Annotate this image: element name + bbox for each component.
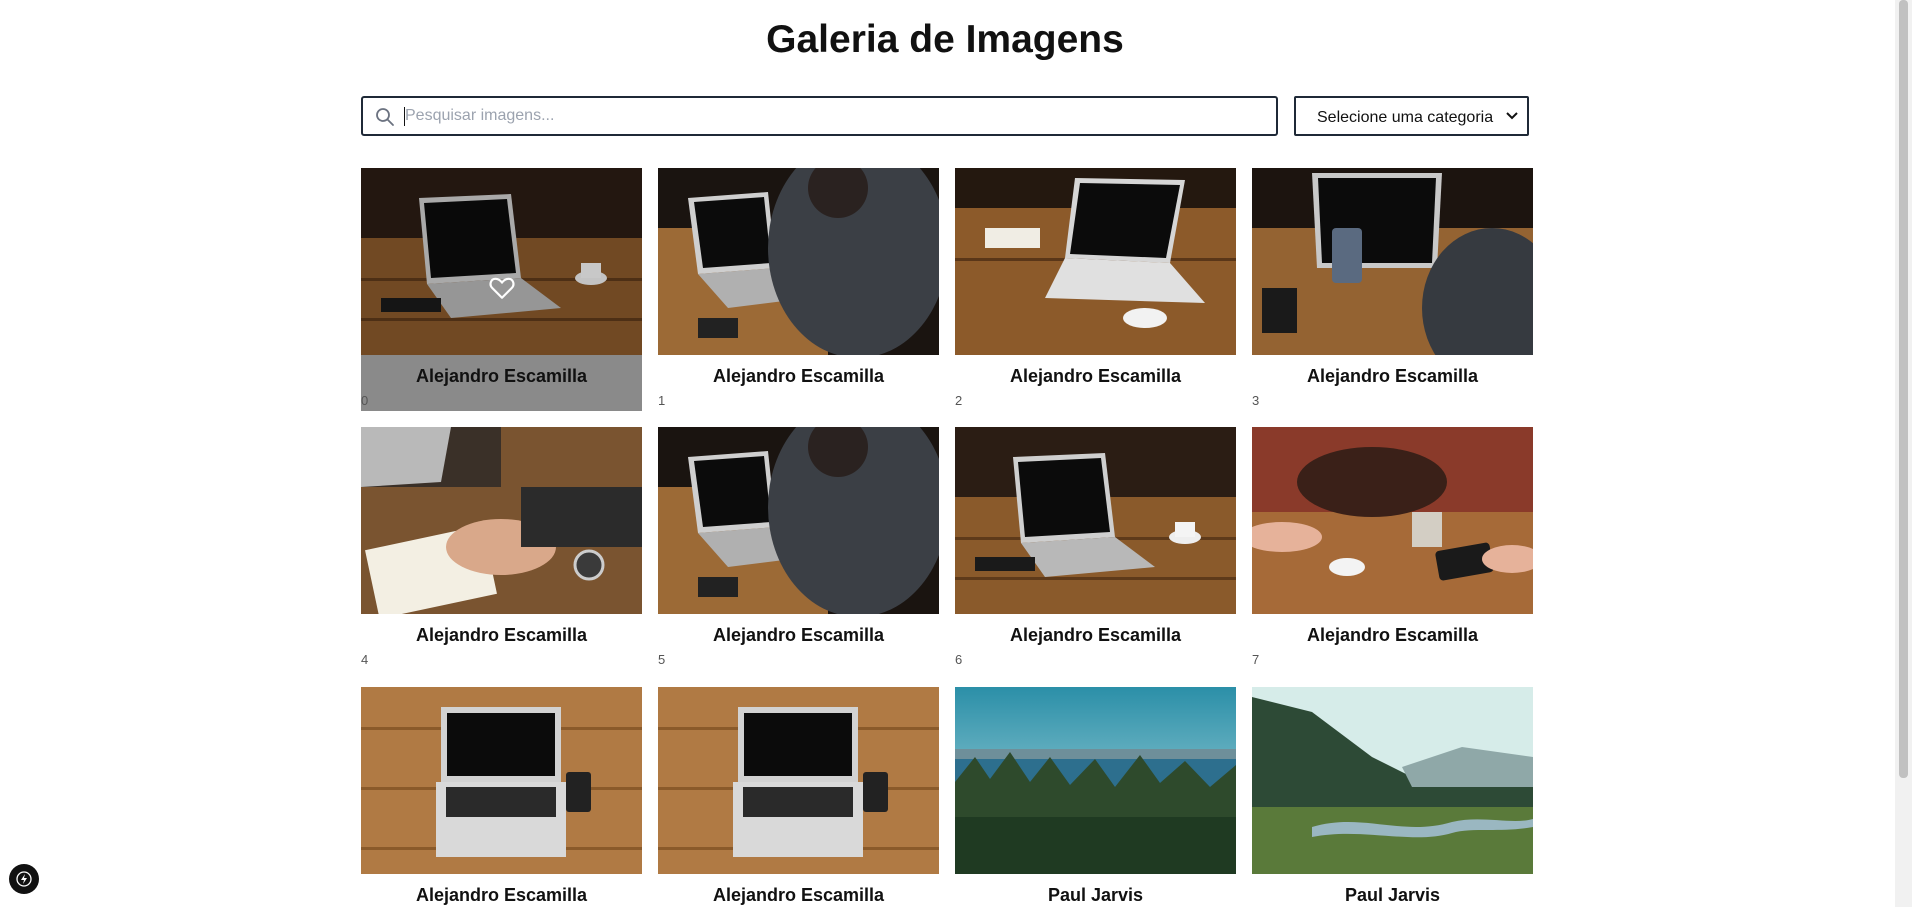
card-index: 5 <box>658 652 666 667</box>
card-index: 2 <box>955 393 963 408</box>
gallery-card[interactable]: Alejandro Escamilla 3 <box>1252 168 1533 411</box>
search-input[interactable] <box>401 98 1265 134</box>
card-author: Alejandro Escamilla <box>415 366 588 386</box>
page-title: Galeria de Imagens <box>766 18 1124 61</box>
card-author: Alejandro Escamilla <box>415 885 588 905</box>
search-bar[interactable] <box>361 96 1278 136</box>
gallery-image[interactable] <box>658 687 939 874</box>
card-author: Alejandro Escamilla <box>712 625 885 645</box>
scrollbar-thumb[interactable] <box>1899 0 1908 778</box>
chevron-down-icon <box>1506 112 1518 120</box>
gallery-card[interactable]: Alejandro Escamilla 2 <box>955 168 1236 411</box>
card-author: Alejandro Escamilla <box>1306 625 1479 645</box>
gallery-card[interactable]: Alejandro Escamilla 1 <box>658 168 939 411</box>
card-author: Paul Jarvis <box>1344 885 1441 905</box>
gallery-card[interactable]: Alejandro Escamilla 6 <box>955 427 1236 670</box>
card-index: 6 <box>955 652 963 667</box>
gallery-image[interactable] <box>1252 427 1533 614</box>
card-index: 3 <box>1252 393 1260 408</box>
card-author: Alejandro Escamilla <box>415 625 588 645</box>
card-author: Alejandro Escamilla <box>1009 366 1182 386</box>
card-author: Alejandro Escamilla <box>712 366 885 386</box>
card-author: Paul Jarvis <box>1047 885 1144 905</box>
scrollbar[interactable] <box>1895 0 1912 907</box>
card-author: Alejandro Escamilla <box>1009 625 1182 645</box>
gallery-card[interactable]: Alejandro Escamilla 7 <box>1252 427 1533 670</box>
gallery-image[interactable] <box>658 427 939 614</box>
card-author: Alejandro Escamilla <box>712 885 885 905</box>
gallery-image[interactable] <box>658 168 939 355</box>
gallery-image[interactable] <box>955 427 1236 614</box>
category-select[interactable]: Selecione uma categoria <box>1294 96 1529 136</box>
gallery-image[interactable] <box>1252 168 1533 355</box>
dev-tools-badge[interactable] <box>9 864 39 894</box>
gallery-card[interactable]: Alejandro Escamilla <box>361 687 642 907</box>
lightning-icon <box>16 871 32 887</box>
gallery-card[interactable]: Paul Jarvis <box>955 687 1236 907</box>
gallery-card[interactable]: Alejandro Escamilla 4 <box>361 427 642 670</box>
card-index: 4 <box>361 652 369 667</box>
search-icon <box>376 108 394 126</box>
gallery-card[interactable]: Alejandro Escamilla 5 <box>658 427 939 670</box>
card-index: 0 <box>361 393 369 408</box>
gallery-card[interactable]: Paul Jarvis <box>1252 687 1533 907</box>
text-caret <box>404 107 405 126</box>
gallery-image[interactable] <box>361 427 642 614</box>
gallery-card[interactable]: Alejandro Escamilla 0 <box>361 168 642 411</box>
gallery-image[interactable] <box>955 168 1236 355</box>
gallery-image[interactable] <box>1252 687 1533 874</box>
gallery-image[interactable] <box>955 687 1236 874</box>
heart-icon[interactable] <box>489 276 515 300</box>
card-author: Alejandro Escamilla <box>1306 366 1479 386</box>
category-selected-value: Selecione uma categoria <box>1317 109 1494 126</box>
gallery-image[interactable] <box>361 687 642 874</box>
card-index: 1 <box>658 393 666 408</box>
hover-overlay <box>361 168 642 355</box>
page: Galeria de Imagens Selecione uma categor… <box>0 0 1912 907</box>
gallery-card[interactable]: Alejandro Escamilla <box>658 687 939 907</box>
card-index: 7 <box>1252 652 1260 667</box>
